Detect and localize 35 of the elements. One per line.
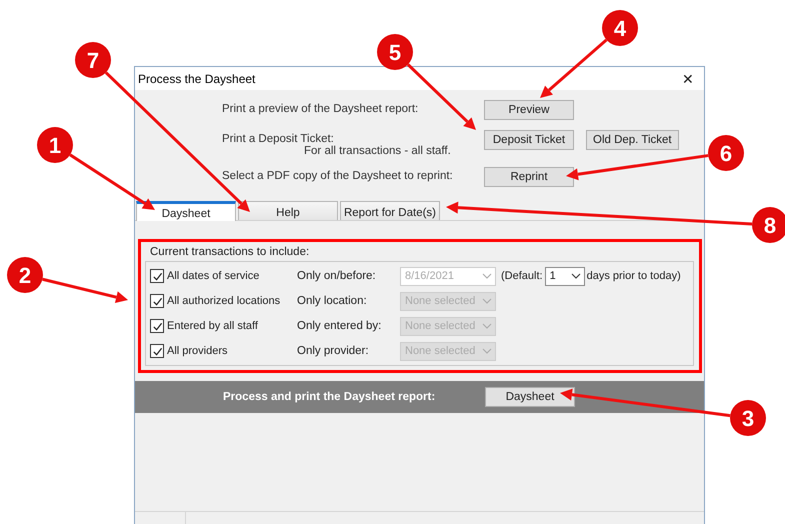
callout-marker: 6: [708, 135, 744, 171]
days-dropdown[interactable]: 1: [544, 266, 585, 286]
tab[interactable]: Report for Date(s): [340, 201, 440, 220]
action-button[interactable]: Old Dep. Ticket: [586, 130, 679, 150]
action-button[interactable]: Preview: [484, 100, 574, 120]
tab[interactable]: Daysheet: [136, 201, 236, 221]
action-button[interactable]: Deposit Ticket: [484, 130, 574, 150]
filter-label: Only on/before:: [297, 270, 377, 282]
callout-marker: 3: [730, 400, 766, 436]
callout-marker: 2: [7, 257, 43, 293]
window-title: Process the Daysheet: [138, 72, 256, 86]
close-button[interactable]: ✕: [682, 70, 694, 86]
filter-label: Only location:: [297, 295, 368, 307]
filter-label: Only provider:: [297, 345, 370, 357]
default-label: (Default:: [501, 270, 543, 282]
action-label: Select a PDF copy of the Daysheet to reprint:: [222, 170, 454, 182]
filter-label: Only entered by:: [297, 320, 382, 332]
process-label: Process and print the Daysheet report:: [223, 391, 436, 403]
default-suffix: days prior to today): [586, 270, 681, 282]
callout-marker: 8: [752, 207, 785, 243]
callout-marker: 5: [377, 34, 413, 70]
checkbox-label: Entered by all staff: [167, 320, 259, 332]
tab[interactable]: Help: [238, 201, 338, 220]
callout-marker: 7: [75, 42, 111, 78]
checkbox-label: All dates of service: [167, 270, 260, 282]
callout-marker: 1: [37, 127, 73, 163]
daysheet-button[interactable]: Daysheet: [485, 387, 575, 407]
action-sublabel: For all transactions - all staff.: [303, 145, 452, 157]
action-label: Print a preview of the Daysheet report:: [222, 103, 420, 115]
checkbox-label: All authorized locations: [167, 295, 282, 307]
action-label: Print a Deposit Ticket:: [222, 133, 335, 145]
checkbox-label: All providers: [167, 345, 229, 357]
action-button[interactable]: Reprint: [484, 167, 574, 187]
group-title: Current transactions to include:: [149, 246, 310, 258]
callout-marker: 4: [602, 10, 638, 46]
